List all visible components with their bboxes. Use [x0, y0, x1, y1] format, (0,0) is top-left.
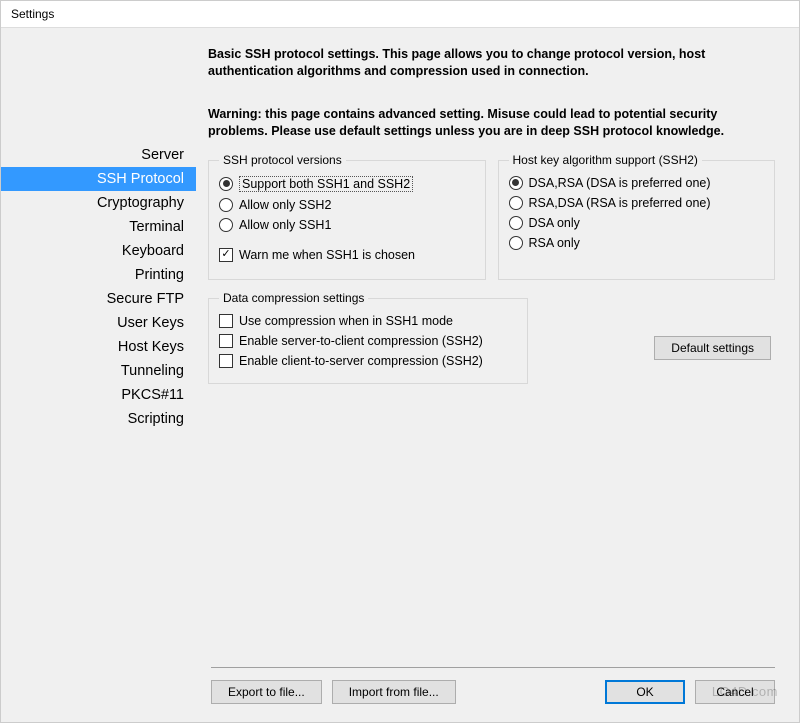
checkbox-icon	[219, 334, 233, 348]
group-hostkey-title: Host key algorithm support (SSH2)	[509, 153, 702, 167]
sidebar-item-host-keys[interactable]: Host Keys	[1, 335, 196, 359]
sidebar-item-secure-ftp[interactable]: Secure FTP	[1, 287, 196, 311]
checkbox-compress-s2c[interactable]: Enable server-to-client compression (SSH…	[219, 331, 517, 351]
window-title: Settings	[1, 1, 799, 28]
checkbox-icon	[219, 354, 233, 368]
radio-icon	[219, 198, 233, 212]
sidebar-item-server[interactable]: Server	[1, 143, 196, 167]
radio-rsa-dsa[interactable]: RSA,DSA (RSA is preferred one)	[509, 193, 765, 213]
checkbox-icon: ✓	[219, 248, 233, 262]
footer: Export to file... Import from file... OK…	[211, 667, 775, 722]
radio-allow-ssh2[interactable]: Allow only SSH2	[219, 195, 475, 215]
page-description: Basic SSH protocol settings. This page a…	[208, 46, 775, 80]
radio-support-both[interactable]: Support both SSH1 and SSH2	[219, 173, 475, 195]
sidebar-item-user-keys[interactable]: User Keys	[1, 311, 196, 335]
radio-allow-ssh1[interactable]: Allow only SSH1	[219, 215, 475, 235]
sidebar-item-scripting[interactable]: Scripting	[1, 407, 196, 431]
default-settings-button[interactable]: Default settings	[654, 336, 771, 360]
checkbox-label: Use compression when in SSH1 mode	[239, 314, 453, 328]
sidebar-item-ssh-protocol[interactable]: SSH Protocol	[1, 167, 196, 191]
radio-icon	[219, 177, 233, 191]
sidebar-item-keyboard[interactable]: Keyboard	[1, 239, 196, 263]
groups-row: SSH protocol versions Support both SSH1 …	[208, 154, 775, 280]
radio-icon	[509, 236, 523, 250]
checkbox-icon	[219, 314, 233, 328]
checkbox-label: Enable server-to-client compression (SSH…	[239, 334, 483, 348]
content-area: Server SSH Protocol Cryptography Termina…	[1, 28, 799, 722]
radio-icon	[509, 216, 523, 230]
radio-label: DSA,RSA (DSA is preferred one)	[529, 176, 711, 190]
sidebar-item-printing[interactable]: Printing	[1, 263, 196, 287]
main-panel: Basic SSH protocol settings. This page a…	[196, 28, 799, 623]
checkbox-compress-c2s[interactable]: Enable client-to-server compression (SSH…	[219, 351, 517, 371]
radio-icon	[509, 176, 523, 190]
radio-label: Allow only SSH2	[239, 198, 331, 212]
sidebar-item-pkcs11[interactable]: PKCS#11	[1, 383, 196, 407]
radio-icon	[509, 196, 523, 210]
group-compression: Data compression settings Use compressio…	[208, 298, 528, 384]
radio-label: Support both SSH1 and SSH2	[239, 176, 413, 192]
radio-dsa-rsa[interactable]: DSA,RSA (DSA is preferred one)	[509, 173, 765, 193]
group-ssh-versions-title: SSH protocol versions	[219, 153, 346, 167]
radio-rsa-only[interactable]: RSA only	[509, 233, 765, 253]
radio-icon	[219, 218, 233, 232]
checkbox-label: Enable client-to-server compression (SSH…	[239, 354, 483, 368]
import-button[interactable]: Import from file...	[332, 680, 456, 704]
checkbox-compress-ssh1[interactable]: Use compression when in SSH1 mode	[219, 311, 517, 331]
radio-label: RSA only	[529, 236, 580, 250]
cancel-button[interactable]: Cancel	[695, 680, 775, 704]
sidebar-item-tunneling[interactable]: Tunneling	[1, 359, 196, 383]
page-warning: Warning: this page contains advanced set…	[208, 106, 775, 140]
sidebar-item-terminal[interactable]: Terminal	[1, 215, 196, 239]
sidebar: Server SSH Protocol Cryptography Termina…	[1, 28, 196, 623]
settings-window: Settings Server SSH Protocol Cryptograph…	[0, 0, 800, 723]
group-compression-title: Data compression settings	[219, 291, 368, 305]
radio-dsa-only[interactable]: DSA only	[509, 213, 765, 233]
checkbox-label: Warn me when SSH1 is chosen	[239, 248, 415, 262]
group-hostkey: Host key algorithm support (SSH2) DSA,RS…	[498, 160, 776, 280]
radio-label: Allow only SSH1	[239, 218, 331, 232]
export-button[interactable]: Export to file...	[211, 680, 322, 704]
sidebar-item-cryptography[interactable]: Cryptography	[1, 191, 196, 215]
radio-label: RSA,DSA (RSA is preferred one)	[529, 196, 711, 210]
ok-button[interactable]: OK	[605, 680, 685, 704]
radio-label: DSA only	[529, 216, 580, 230]
upper-row: Server SSH Protocol Cryptography Termina…	[1, 28, 799, 623]
checkbox-warn-ssh1[interactable]: ✓ Warn me when SSH1 is chosen	[219, 245, 475, 265]
group-ssh-versions: SSH protocol versions Support both SSH1 …	[208, 160, 486, 280]
